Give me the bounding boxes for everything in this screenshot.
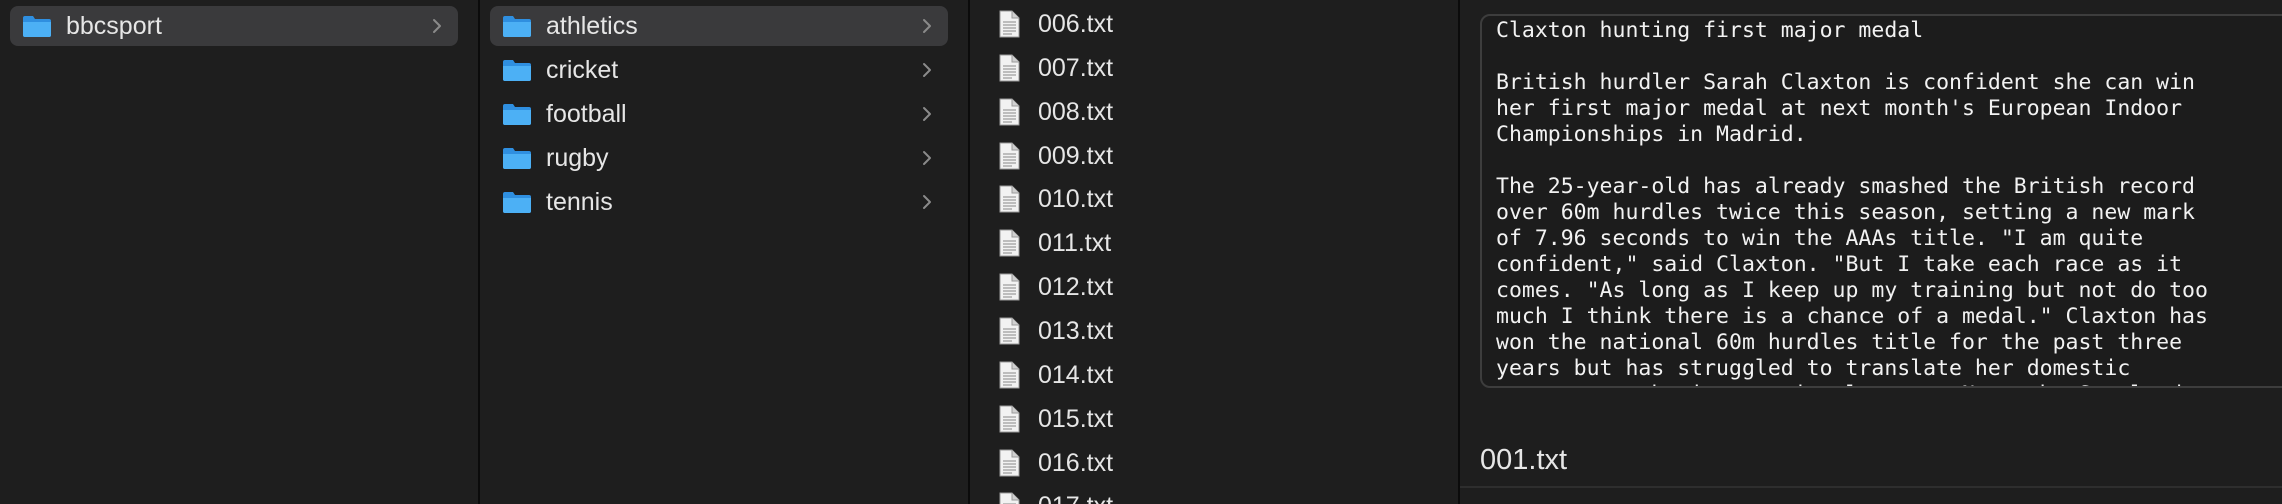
file-label: 006.txt <box>1038 9 1114 38</box>
document-icon <box>999 229 1020 257</box>
preview-pane: Claxton hunting first major medal Britis… <box>1460 0 2282 504</box>
chevron-right-icon <box>923 63 931 77</box>
file-label: 016.txt <box>1038 448 1114 477</box>
file-label: 007.txt <box>1038 53 1114 82</box>
document-icon <box>999 273 1020 301</box>
folder-label: bbcsport <box>66 11 162 40</box>
file-label: 014.txt <box>1038 360 1114 389</box>
folder-label: athletics <box>546 11 638 40</box>
file-row[interactable]: 014.txt <box>998 357 1113 393</box>
chevron-right-icon <box>923 107 931 121</box>
folder-icon <box>503 16 531 37</box>
column-athletics[interactable]: 006.txt 007.txt 008.txt 009.txt 010.txt … <box>970 0 1460 504</box>
divider <box>1460 486 2282 488</box>
file-row[interactable]: 009.txt <box>998 138 1113 174</box>
folder-icon <box>503 192 531 213</box>
file-row[interactable]: 012.txt <box>998 269 1113 305</box>
chevron-right-icon <box>433 19 441 33</box>
preview-content: Claxton hunting first major medal Britis… <box>1496 18 2208 386</box>
file-label: 013.txt <box>1038 316 1114 345</box>
column-bbcsport[interactable]: athletics cricket football rugby tennis <box>480 0 970 504</box>
preview-filename: 001.txt <box>1480 444 1568 476</box>
column-browser: bbcsport athletics cricket football rugb… <box>0 0 2282 504</box>
folder-row-bbcsport[interactable]: bbcsport <box>10 6 458 46</box>
folder-row-football[interactable]: football <box>490 94 948 134</box>
folder-label: football <box>546 99 627 128</box>
document-icon <box>999 98 1020 126</box>
folder-label: rugby <box>546 143 609 172</box>
file-row[interactable]: 015.txt <box>998 401 1113 437</box>
file-row[interactable]: 011.txt <box>998 225 1111 261</box>
column-root[interactable]: bbcsport <box>0 0 480 504</box>
file-label: 012.txt <box>1038 272 1114 301</box>
document-icon <box>999 449 1020 477</box>
folder-row-athletics[interactable]: athletics <box>490 6 948 46</box>
document-icon <box>999 54 1020 82</box>
file-row[interactable]: 016.txt <box>998 445 1113 481</box>
folder-icon <box>503 104 531 125</box>
file-label: 015.txt <box>1038 404 1114 433</box>
document-icon <box>999 405 1020 433</box>
file-row[interactable]: 007.txt <box>998 50 1113 86</box>
document-icon <box>999 361 1020 389</box>
file-row[interactable]: 017.txt <box>998 488 1113 504</box>
file-label: 017.txt <box>1038 492 1113 504</box>
folder-row-rugby[interactable]: rugby <box>490 138 948 178</box>
file-row[interactable]: 008.txt <box>998 94 1113 130</box>
file-label: 011.txt <box>1038 228 1112 257</box>
folder-icon <box>503 148 531 169</box>
document-icon <box>999 185 1020 213</box>
file-row[interactable]: 006.txt <box>998 6 1113 42</box>
document-icon <box>999 142 1020 170</box>
folder-row-cricket[interactable]: cricket <box>490 50 948 90</box>
file-label: 010.txt <box>1038 184 1114 213</box>
document-icon <box>999 10 1020 38</box>
document-icon <box>999 492 1020 504</box>
text-preview[interactable]: Claxton hunting first major medal Britis… <box>1480 14 2282 388</box>
folder-icon <box>503 60 531 81</box>
file-label: 009.txt <box>1038 141 1114 170</box>
chevron-right-icon <box>923 151 931 165</box>
file-row[interactable]: 010.txt <box>998 181 1113 217</box>
file-label: 008.txt <box>1038 97 1114 126</box>
folder-label: cricket <box>546 55 619 84</box>
chevron-right-icon <box>923 195 931 209</box>
folder-row-tennis[interactable]: tennis <box>490 182 948 222</box>
document-icon <box>999 317 1020 345</box>
file-row[interactable]: 013.txt <box>998 313 1113 349</box>
chevron-right-icon <box>923 19 931 33</box>
folder-icon <box>23 16 51 37</box>
folder-label: tennis <box>546 187 613 216</box>
